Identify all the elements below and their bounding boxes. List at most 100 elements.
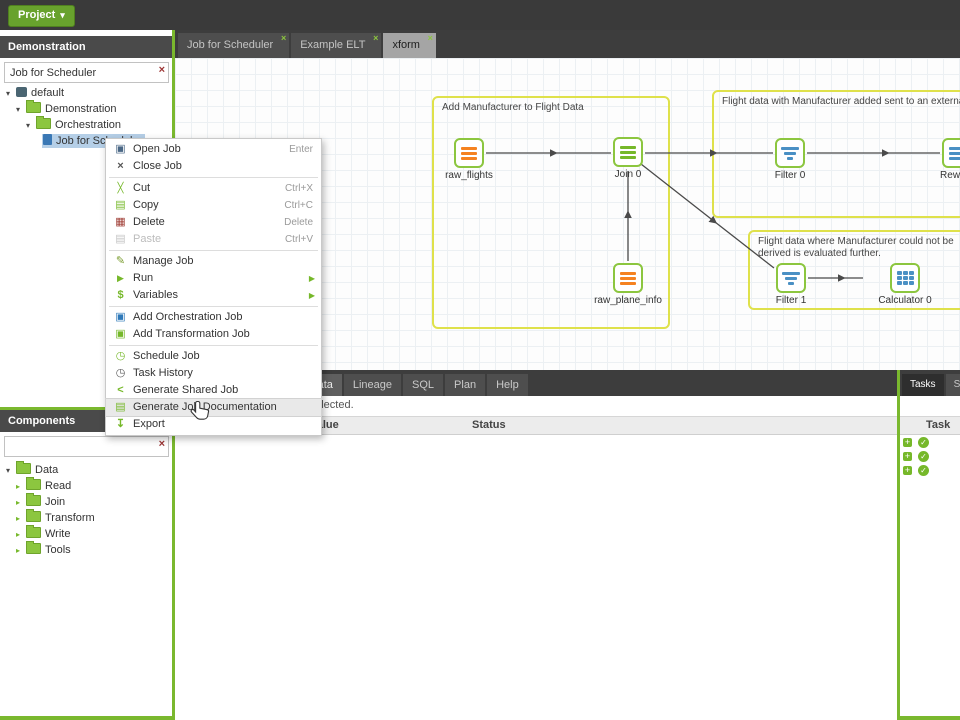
node-raw-flights[interactable]: raw_flights [429,138,509,181]
paste-icon [113,231,128,248]
node-join-0[interactable]: Join 0 [588,137,668,180]
expand-plus-icon[interactable] [903,437,912,447]
task-row[interactable] [903,464,929,477]
manage-job-icon [113,253,128,270]
close-tab-icon[interactable] [373,34,378,43]
success-check-icon [918,450,929,462]
component-group-data[interactable]: Data [6,461,58,479]
tasks-tab-bar: Tasks Search [900,370,960,396]
clear-search-icon[interactable] [159,64,165,76]
tree-item-demonstration[interactable]: Demonstration [16,100,117,118]
node-label: Filter 1 [775,295,807,306]
components-search-input[interactable] [5,437,168,456]
rewrite-icon [942,138,960,168]
menu-item-generate-shared-job[interactable]: Generate Shared Job [106,382,321,399]
tab-label: SQL [412,379,435,391]
calculator-icon [890,263,920,293]
folder-icon [26,541,41,554]
canvas-tab-job-for-scheduler[interactable]: Job for Scheduler [178,33,290,58]
export-icon [113,416,128,433]
menu-item-generate-job-documentation[interactable]: Generate Job Documentation [105,398,322,417]
filter-icon [775,138,805,168]
chevron-right-icon[interactable] [16,543,26,559]
column-header-status: Status [472,419,506,431]
project-menu-label: Project [18,9,56,21]
menu-item-paste: Paste Ctrl+V [106,231,321,248]
explorer-search-input[interactable] [5,63,168,82]
menu-item-export[interactable]: Export [106,416,321,433]
component-group-tools[interactable]: Tools [16,541,71,559]
expand-plus-icon[interactable] [903,465,912,475]
success-check-icon [918,436,929,448]
tab-plan[interactable]: Plan [445,374,486,396]
close-tab-icon[interactable] [281,34,286,43]
menu-item-label: Copy [133,199,159,211]
components-search [4,436,169,457]
menu-item-shortcut: Enter [289,144,313,155]
tab-search[interactable]: Search [945,374,960,396]
canvas-tab-bar: Job for Scheduler Example ELT xform [175,30,960,58]
tab-help[interactable]: Help [487,374,528,396]
node-raw-plane-info[interactable]: raw_plane_info [588,263,668,306]
component-group-join[interactable]: Join [16,493,65,511]
task-row[interactable] [903,450,929,463]
menu-item-add-transformation-job[interactable]: Add Transformation Job [106,326,321,343]
menu-item-schedule-job[interactable]: Schedule Job [106,348,321,365]
menu-item-manage-job[interactable]: Manage Job [106,253,321,270]
chevron-down-icon[interactable] [6,86,16,102]
tree-item-orchestration[interactable]: Orchestration [26,116,121,134]
component-group-transform[interactable]: Transform [16,509,95,527]
menu-item-label: Add Orchestration Job [133,311,243,323]
canvas-tab-example-elt[interactable]: Example ELT [291,33,382,58]
menu-item-shortcut: Ctrl+V [284,234,313,245]
folder-icon [26,525,41,538]
chevron-down-icon[interactable] [26,118,36,134]
task-row[interactable] [903,436,929,449]
canvas-tab-xform[interactable]: xform [383,33,436,58]
chevron-right-icon[interactable] [16,527,26,543]
chevron-right-icon[interactable] [16,511,26,527]
project-menu-button[interactable]: Project [8,5,75,27]
menu-item-copy[interactable]: Copy Ctrl+C [106,197,321,214]
menu-item-close-job[interactable]: Close Job [106,158,321,175]
tab-lineage[interactable]: Lineage [343,374,402,396]
menu-item-cut[interactable]: Cut Ctrl+X [106,180,321,197]
folder-icon [26,477,41,490]
node-calculator-0[interactable]: Calculator 0 [865,263,945,306]
tab-tasks[interactable]: Tasks [902,374,944,396]
menu-item-task-history[interactable]: Task History [106,365,321,382]
menu-item-label: Task History [133,367,193,379]
chevron-right-icon[interactable] [16,495,26,511]
node-label: Calculator 0 [878,295,932,306]
menu-item-open-job[interactable]: Open Job Enter [106,141,321,158]
node-rewrite[interactable]: Rewrite [917,138,960,181]
menu-item-run[interactable]: Run [106,270,321,287]
tree-item-default[interactable]: default [6,85,64,101]
explorer-panel-title: Demonstration [8,41,86,53]
menu-item-add-orchestration-job[interactable]: Add Orchestration Job [106,309,321,326]
filter-icon [776,263,806,293]
copy-icon [113,197,128,214]
tasks-header-row: Task [900,416,960,435]
node-filter-1[interactable]: Filter 1 [751,263,831,306]
tree-item-label: Transform [45,512,95,524]
menu-item-delete[interactable]: Delete Delete [106,214,321,231]
tab-sql[interactable]: SQL [403,374,444,396]
expand-plus-icon[interactable] [903,451,912,461]
component-group-read[interactable]: Read [16,477,71,495]
chevron-down-icon[interactable] [16,102,26,118]
menu-item-label: Add Transformation Job [133,328,250,340]
chevron-down-icon[interactable] [6,463,16,479]
node-label: Join 0 [614,169,642,180]
node-filter-0[interactable]: Filter 0 [750,138,830,181]
chevron-right-icon[interactable] [16,479,26,495]
menu-item-variables[interactable]: Variables [106,287,321,304]
menu-item-shortcut: Ctrl+X [284,183,313,194]
clear-search-icon[interactable] [159,438,165,450]
tab-label: Job for Scheduler [187,39,274,51]
submenu-arrow-icon [309,270,315,287]
component-group-write[interactable]: Write [16,525,70,543]
tasks-panel: Tasks Search Task [900,370,960,720]
variables-icon [113,287,128,304]
close-tab-icon[interactable] [428,34,433,43]
